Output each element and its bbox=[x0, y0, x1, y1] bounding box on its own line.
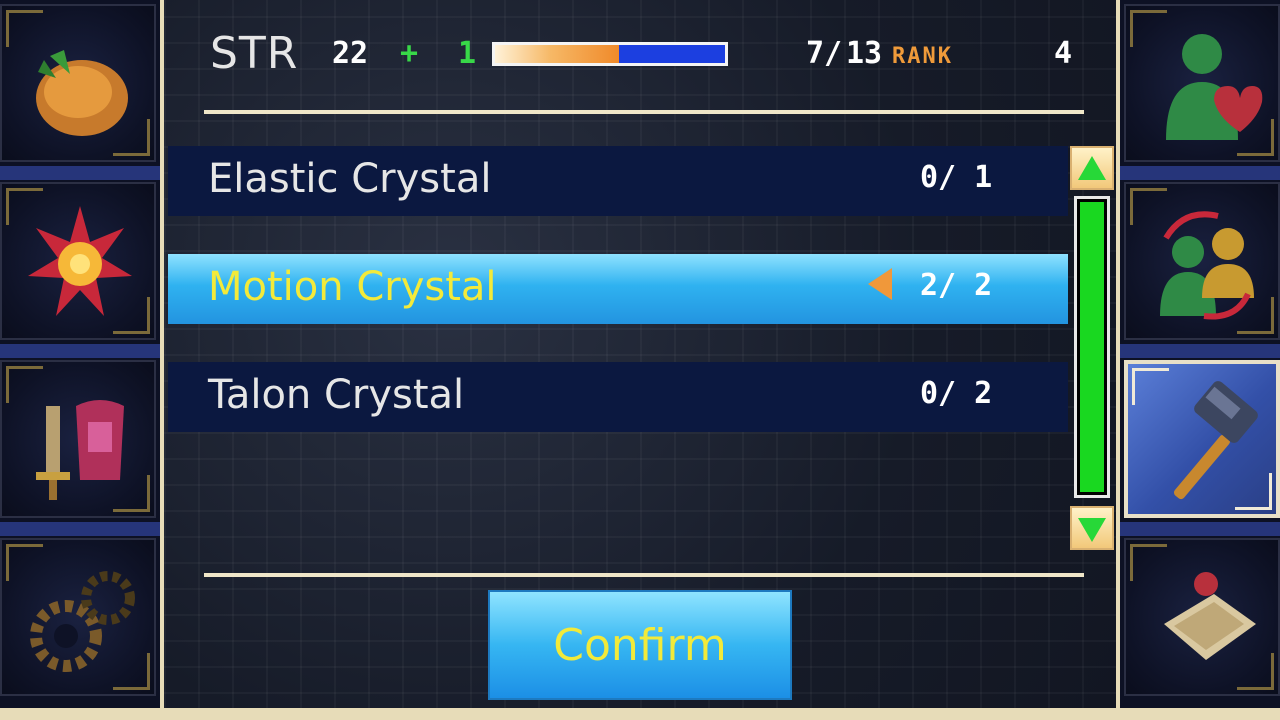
scroll-track[interactable] bbox=[1074, 196, 1110, 498]
bottom-frame-strip bbox=[0, 708, 1280, 720]
exp-progress-bar bbox=[492, 42, 728, 66]
crystal-list-item[interactable]: Talon Crystal 0/ 2 bbox=[168, 362, 1068, 432]
gear-icon[interactable] bbox=[0, 538, 156, 696]
exp-current: 7 bbox=[805, 36, 824, 71]
stat-bonus-value: 1 bbox=[458, 36, 477, 71]
stat-plus-sign: + bbox=[400, 36, 419, 71]
crystal-list-item[interactable]: Motion Crystal 2/ 2 bbox=[168, 254, 1068, 324]
stat-base-value: 22 bbox=[332, 36, 369, 71]
crystal-synthesis-panel: STR 22 + 1 7 / 13 RANK 4 Elastic Crystal… bbox=[160, 0, 1120, 720]
exp-max: 13 bbox=[846, 36, 883, 71]
burst-icon[interactable] bbox=[0, 182, 156, 340]
rank-value: 4 bbox=[1054, 36, 1073, 71]
list-scrollbar[interactable] bbox=[1070, 146, 1118, 550]
rank-label: RANK bbox=[892, 44, 953, 69]
crystal-name: Elastic Crystal bbox=[208, 156, 492, 202]
exp-progress-fill bbox=[495, 45, 619, 63]
arrow-down-icon bbox=[1078, 518, 1106, 542]
crystal-count: 2/ 2 bbox=[920, 268, 993, 303]
heart-person-icon[interactable] bbox=[1124, 4, 1280, 162]
selection-arrow-icon bbox=[868, 268, 892, 300]
bottom-divider bbox=[204, 573, 1084, 577]
crystal-count: 0/ 2 bbox=[920, 376, 993, 411]
scroll-map-icon[interactable] bbox=[1124, 538, 1280, 696]
confirm-button[interactable]: Confirm bbox=[488, 590, 792, 700]
stat-header: STR 22 + 1 7 / 13 RANK 4 bbox=[204, 26, 1084, 86]
crystal-count: 0/ 1 bbox=[920, 160, 993, 195]
scroll-thumb[interactable] bbox=[1080, 202, 1104, 492]
scroll-down-button[interactable] bbox=[1070, 506, 1114, 550]
sword-armor-icon[interactable] bbox=[0, 360, 156, 518]
crystal-name: Motion Crystal bbox=[208, 264, 497, 310]
stat-label: STR bbox=[210, 28, 299, 79]
swap-party-icon[interactable] bbox=[1124, 182, 1280, 340]
top-divider bbox=[204, 110, 1084, 114]
crystal-name: Talon Crystal bbox=[208, 372, 465, 418]
left-menu-column bbox=[0, 0, 160, 720]
crystal-list-item[interactable]: Elastic Crystal 0/ 1 bbox=[168, 146, 1068, 216]
exp-separator: / bbox=[824, 36, 843, 71]
right-menu-column bbox=[1120, 0, 1280, 720]
money-bag-icon[interactable] bbox=[0, 4, 156, 162]
arrow-up-icon bbox=[1078, 156, 1106, 180]
hammer-icon[interactable] bbox=[1124, 360, 1280, 518]
scroll-up-button[interactable] bbox=[1070, 146, 1114, 190]
